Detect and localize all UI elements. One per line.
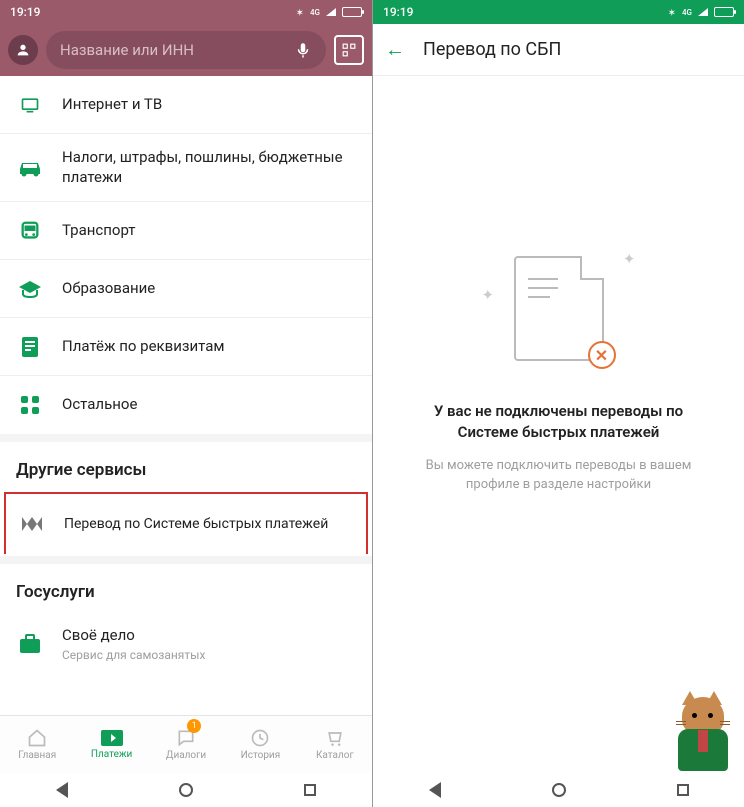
row-taxes[interactable]: Налоги, штрафы, пошлины, бюджетные плате… — [0, 134, 372, 202]
nav-label: Главная — [18, 750, 56, 761]
empty-subtitle: Вы можете подключить переводы в вашем пр… — [403, 457, 714, 495]
right-screen: 19:19 4G ← Перевод по СБП ✦ ✦ ✕ У вас не… — [372, 0, 744, 807]
row-label: Интернет и ТВ — [62, 95, 162, 115]
bluetooth-icon — [296, 5, 304, 19]
car-icon — [16, 154, 44, 182]
search-bar: Название или ИНН — [0, 24, 372, 76]
cart-icon — [325, 728, 345, 748]
android-nav — [0, 773, 372, 807]
clock-time: 19:19 — [10, 5, 40, 19]
row-education[interactable]: Образование — [0, 260, 372, 318]
recents-key[interactable] — [677, 784, 689, 796]
row-label: Транспорт — [62, 221, 136, 241]
tv-icon — [16, 91, 44, 119]
error-badge-icon: ✕ — [588, 341, 616, 369]
payments-list: Интернет и ТВ Налоги, штрафы, пошлины, б… — [0, 76, 372, 715]
android-nav — [373, 773, 744, 807]
clock-icon — [250, 728, 270, 748]
document-illustration: ✦ ✦ ✕ — [514, 256, 604, 361]
left-screen: 19:19 4G Название или ИНН Интернет и ТВ — [0, 0, 372, 807]
row-sbp-transfer[interactable]: Перевод по Системе быстрых платежей — [4, 492, 368, 554]
search-input[interactable]: Название или ИНН — [46, 31, 326, 69]
payments-icon — [100, 729, 124, 747]
row-other[interactable]: Остальное — [0, 376, 372, 434]
nav-home[interactable]: Главная — [0, 716, 74, 773]
row-label: Перевод по Системе быстрых платежей — [64, 515, 328, 533]
row-label: Остальное — [62, 395, 137, 415]
qr-icon — [342, 43, 356, 57]
nav-label: История — [241, 750, 281, 761]
grid-icon — [16, 391, 44, 419]
home-key[interactable] — [552, 783, 566, 797]
row-label: Образование — [62, 279, 155, 299]
network-label: 4G — [682, 8, 692, 17]
row-label: Своё дело — [62, 626, 205, 646]
battery-icon — [714, 7, 734, 17]
nav-payments[interactable]: Платежи — [74, 716, 148, 773]
receipt-icon — [16, 333, 44, 361]
network-label: 4G — [310, 8, 320, 17]
cat-mascot — [668, 697, 738, 777]
status-bar: 19:19 4G — [0, 0, 372, 24]
section-gosuslugi: Госуслуги — [0, 564, 372, 612]
empty-title: У вас не подключены переводы по Системе … — [403, 401, 714, 443]
signal-icon — [698, 8, 708, 16]
back-key[interactable] — [429, 782, 441, 798]
nav-dialogs[interactable]: 1 Диалоги — [149, 716, 223, 773]
signal-icon — [326, 8, 336, 16]
nav-history[interactable]: История — [223, 716, 297, 773]
bus-icon — [16, 217, 44, 245]
battery-icon — [342, 7, 362, 17]
home-key[interactable] — [179, 783, 193, 797]
home-icon — [26, 728, 48, 748]
sparkle-icon: ✦ — [623, 250, 636, 268]
bluetooth-icon — [668, 5, 676, 19]
section-other-services: Другие сервисы — [0, 442, 372, 490]
row-transport[interactable]: Транспорт — [0, 202, 372, 260]
briefcase-icon — [16, 630, 44, 658]
nav-label: Каталог — [316, 750, 354, 761]
mic-icon[interactable] — [294, 41, 312, 59]
empty-state: ✦ ✦ ✕ У вас не подключены переводы по Си… — [373, 76, 744, 773]
row-label: Платёж по реквизитам — [62, 337, 225, 357]
person-icon — [15, 42, 31, 58]
badge-count: 1 — [187, 719, 201, 733]
nav-label: Диалоги — [166, 750, 206, 761]
graduation-icon — [16, 275, 44, 303]
bottom-nav: Главная Платежи 1 Диалоги История Катало… — [0, 715, 372, 773]
clock-time: 19:19 — [383, 5, 413, 19]
row-internet-tv[interactable]: Интернет и ТВ — [0, 76, 372, 134]
qr-scan-button[interactable] — [334, 35, 364, 65]
sparkle-icon: ✦ — [482, 286, 495, 304]
search-placeholder: Название или ИНН — [60, 41, 286, 59]
row-svoe-delo[interactable]: Своё дело Сервис для самозанятых — [0, 612, 372, 676]
row-subtitle: Сервис для самозанятых — [62, 648, 205, 662]
status-bar: 19:19 4G — [373, 0, 744, 24]
profile-button[interactable] — [8, 35, 38, 65]
nav-catalog[interactable]: Каталог — [298, 716, 372, 773]
back-button[interactable]: ← — [385, 37, 405, 62]
row-requisites[interactable]: Платёж по реквизитам — [0, 318, 372, 376]
page-title: Перевод по СБП — [423, 39, 561, 60]
back-key[interactable] — [56, 782, 68, 798]
row-label: Налоги, штрафы, пошлины, бюджетные плате… — [62, 148, 356, 187]
app-bar: ← Перевод по СБП — [373, 24, 744, 76]
sbp-icon — [18, 510, 46, 538]
nav-label: Платежи — [91, 749, 132, 760]
recents-key[interactable] — [304, 784, 316, 796]
